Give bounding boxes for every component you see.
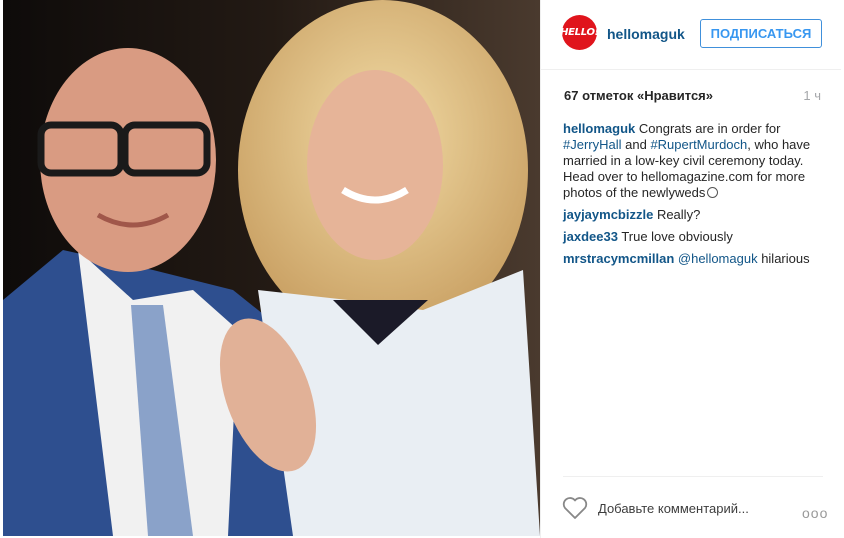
post-sidebar: HELLO! hellomaguk ПОДПИСАТЬСЯ 67 отметок…	[540, 0, 841, 538]
post-header: HELLO! hellomaguk ПОДПИСАТЬСЯ	[541, 0, 841, 70]
comment-username[interactable]: jayjaymcbizzle	[563, 207, 653, 222]
more-options-icon[interactable]: ooo	[802, 505, 828, 521]
mention-link[interactable]: @hellomaguk	[674, 251, 758, 266]
heart-icon[interactable]	[562, 496, 588, 520]
footer-divider	[563, 476, 823, 477]
caption-text-1: Congrats are in order for	[635, 121, 781, 136]
comment-list: hellomaguk Congrats are in order for #Je…	[563, 121, 825, 273]
comment-username[interactable]: jaxdee33	[563, 229, 618, 244]
follow-button[interactable]: ПОДПИСАТЬСЯ	[700, 19, 822, 48]
smiling-face-icon	[707, 187, 719, 198]
comment-text: True love obviously	[617, 229, 733, 244]
caption-text-2: and	[621, 137, 651, 152]
comment-item: jaxdee33 True love obviously	[563, 229, 825, 245]
comment-item: mrstracymcmillan @hellomaguk hilarious	[563, 251, 825, 267]
post-footer: ooo	[541, 476, 827, 536]
hashtag-link[interactable]: #RupertMurdoch	[650, 137, 747, 152]
comment-item: jayjaymcbizzle Really?	[563, 207, 825, 223]
post-photo[interactable]	[3, 0, 540, 536]
comment-username[interactable]: hellomaguk	[563, 121, 635, 136]
hashtag-link[interactable]: #JerryHall	[563, 137, 622, 152]
comment-text: Really?	[653, 207, 701, 222]
comment-username[interactable]: mrstracymcmillan	[563, 251, 674, 266]
comment-text: hilarious	[757, 251, 810, 266]
profile-avatar[interactable]: HELLO!	[560, 15, 599, 50]
add-comment-input[interactable]	[598, 498, 768, 518]
caption-comment: hellomaguk Congrats are in order for #Je…	[563, 121, 825, 201]
post-photo-art	[3, 0, 540, 536]
post-time[interactable]: 1 ч	[803, 88, 821, 103]
likes-count[interactable]: 67 отметок «Нравится»	[564, 88, 713, 103]
author-username[interactable]: hellomaguk	[607, 26, 685, 42]
